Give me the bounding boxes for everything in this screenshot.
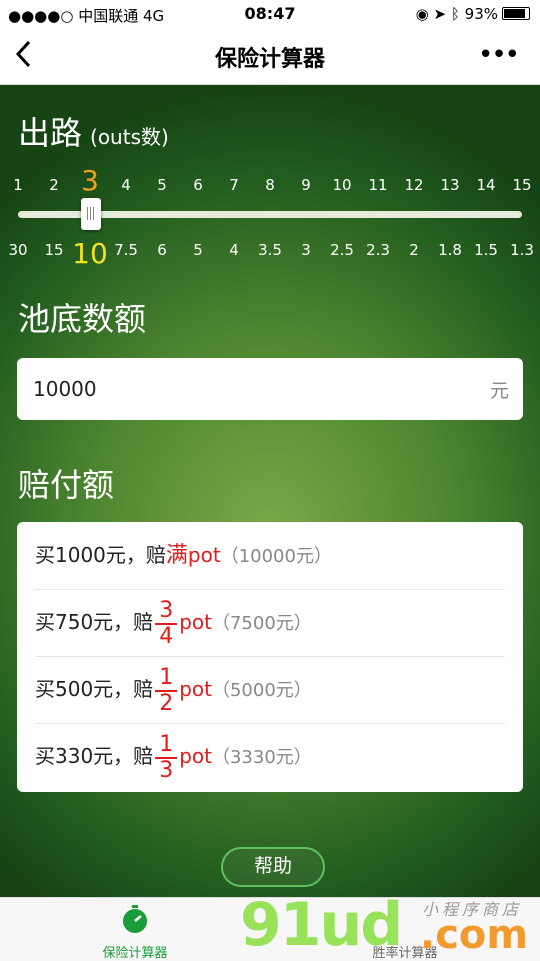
location-icon: ➤ bbox=[433, 5, 447, 23]
odds-tick: 2.3 bbox=[366, 241, 390, 259]
outs-tick: 1 bbox=[13, 176, 23, 194]
outs-tick: 8 bbox=[265, 176, 275, 194]
buy-text: 买750元，赔 bbox=[35, 610, 154, 634]
buy-text: 买1000元，赔 bbox=[35, 543, 166, 567]
total-text: （3330元） bbox=[211, 747, 312, 768]
outs-tick: 9 bbox=[301, 176, 311, 194]
outs-tick: 5 bbox=[157, 176, 167, 194]
odds-tick: 4 bbox=[229, 241, 239, 259]
nav-bar: 保险计算器 ••• bbox=[0, 28, 540, 85]
outs-subtitle: (outs数) bbox=[90, 125, 169, 149]
pot-text: pot bbox=[187, 543, 221, 567]
pot-text: pot bbox=[179, 744, 212, 768]
status-bar: ●●●●○ 中国联通 4G 08:47 ◉ ➤ ᛒ 93% bbox=[0, 0, 540, 28]
more-button[interactable]: ••• bbox=[478, 40, 520, 70]
battery-icon bbox=[502, 7, 530, 20]
outs-tick: 6 bbox=[193, 176, 203, 194]
pot-text: pot bbox=[179, 677, 212, 701]
outs-title: 出路 bbox=[18, 114, 83, 152]
outs-slider-thumb[interactable] bbox=[81, 198, 101, 230]
fraction-numerator: 1 bbox=[155, 665, 178, 692]
total-text: （7500元） bbox=[211, 613, 312, 634]
outs-tick: 7 bbox=[229, 176, 239, 194]
full-text: 满 bbox=[165, 543, 188, 568]
odds-tick: 2 bbox=[409, 241, 419, 259]
odds-tick: 1.3 bbox=[510, 241, 534, 259]
fraction: 12 bbox=[155, 665, 178, 716]
outs-tick: 10 bbox=[332, 176, 352, 194]
payout-card: 买1000元，赔满pot（10000元） 买750元，赔 3 4 pot（7500元）… bbox=[17, 522, 523, 792]
fraction-denominator: 3 bbox=[159, 757, 174, 783]
outs-section-title: 出路 (outs数) bbox=[18, 108, 169, 154]
pot-input-box[interactable]: 元 bbox=[17, 358, 523, 420]
odds-tick: 15 bbox=[44, 241, 64, 259]
page-title: 保险计算器 bbox=[214, 47, 325, 72]
payout-row: 买330元，赔 1 3 pot（3330元） bbox=[35, 723, 505, 790]
odds-tick: 5 bbox=[193, 241, 203, 259]
outs-tick: 2 bbox=[49, 176, 59, 194]
pot-text: pot bbox=[179, 610, 212, 634]
stopwatch-icon bbox=[123, 905, 147, 933]
outs-tick: 3 bbox=[81, 164, 99, 197]
total-text: （5000元） bbox=[211, 680, 312, 701]
buy-text: 买500元，赔 bbox=[35, 677, 154, 701]
outs-tick: 11 bbox=[368, 176, 388, 194]
outs-tick: 12 bbox=[404, 176, 424, 194]
odds-tick: 1.5 bbox=[474, 241, 498, 259]
fraction: 13 bbox=[155, 732, 178, 783]
odds-tick: 7.5 bbox=[114, 241, 138, 259]
odds-tick: 10 bbox=[72, 237, 108, 270]
payout-row: 买500元，赔 1 2 pot（5000元） bbox=[35, 656, 505, 724]
pot-section-title: 池底数额 bbox=[18, 300, 147, 338]
outs-tick: 14 bbox=[476, 176, 496, 194]
tab-insurance-calculator[interactable]: 保险计算器 bbox=[70, 898, 200, 961]
total-text: （10000元） bbox=[220, 546, 332, 567]
fraction-numerator: 3 bbox=[155, 598, 178, 625]
odds-tick: 30 bbox=[8, 241, 28, 259]
fraction: 34 bbox=[155, 598, 178, 649]
fraction-denominator: 4 bbox=[159, 623, 174, 649]
tab-label: 胜率计算器 bbox=[372, 946, 438, 961]
bluetooth-icon: ᛒ bbox=[450, 5, 460, 23]
outs-tick: 15 bbox=[512, 176, 532, 194]
battery-percent: 93% bbox=[464, 5, 498, 23]
payout-section-title: 赔付额 bbox=[18, 466, 115, 504]
odds-tick: 3 bbox=[301, 241, 311, 259]
odds-tick: 1.8 bbox=[438, 241, 462, 259]
odds-tick: 3.5 bbox=[258, 241, 282, 259]
buy-text: 买330元，赔 bbox=[35, 744, 154, 768]
outs-tick: 4 bbox=[121, 176, 131, 194]
lock-rotation-icon: ◉ bbox=[415, 5, 429, 23]
payout-row: 买1000元，赔满pot（10000元） bbox=[35, 522, 505, 590]
pot-amount-input[interactable] bbox=[31, 372, 435, 406]
tab-bar: 保险计算器 胜率计算器 bbox=[0, 897, 540, 961]
help-button[interactable]: 帮助 bbox=[221, 847, 325, 887]
odds-tick: 2.5 bbox=[330, 241, 354, 259]
battery-indicator: ◉ ➤ ᛒ 93% bbox=[416, 5, 530, 23]
outs-bottom-scale: 30 15 10 7.5 6 5 4 3.5 3 2.5 2.3 2 1.8 1.5 1.3 bbox=[0, 237, 540, 271]
payout-row: 买750元，赔 3 4 pot（7500元） bbox=[35, 589, 505, 657]
tab-winrate-calculator[interactable]: 胜率计算器 bbox=[340, 898, 470, 961]
fraction-numerator: 1 bbox=[155, 732, 178, 759]
odds-tick: 6 bbox=[157, 241, 167, 259]
tab-label: 保险计算器 bbox=[102, 946, 168, 961]
outs-tick: 13 bbox=[440, 176, 460, 194]
fraction-denominator: 2 bbox=[159, 690, 174, 716]
pot-unit-label: 元 bbox=[489, 380, 509, 402]
